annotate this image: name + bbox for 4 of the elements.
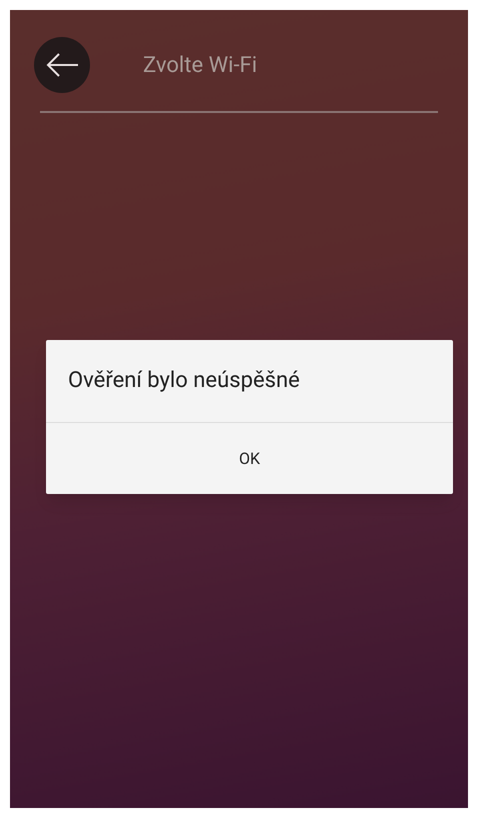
back-arrow-icon [45,52,79,78]
ok-button[interactable]: OK [46,423,453,494]
dialog-message: Ověření bylo neúspěšné [67,367,301,395]
page-title: Zvolte Wi-Fi [143,52,258,80]
